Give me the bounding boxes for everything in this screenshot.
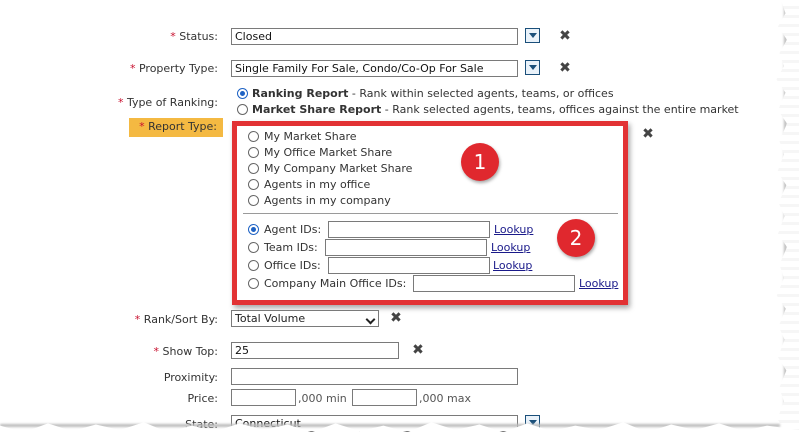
required-marker: * [170,30,176,43]
torn-edge-shadow-bottom [0,424,780,427]
property-type-clear-icon[interactable]: ✖ [558,61,572,75]
proximity-input[interactable] [231,368,518,385]
required-marker: * [153,345,160,358]
agent-ids-lookup-link[interactable]: Lookup [494,223,533,236]
company-main-office-ids-radio[interactable] [248,278,259,289]
price-max-suffix: ,000 max [419,392,471,405]
ranking-report-title: Ranking Report [252,87,349,100]
price-label: Price: [187,392,218,405]
market-share-report-radio[interactable] [237,104,248,115]
type-of-ranking-label-text: Type of Ranking: [126,96,218,109]
rank-sort-by-select[interactable]: Total Volume [231,310,379,327]
type-of-ranking-label: * Type of Ranking: [8,96,218,109]
company-main-office-ids-input[interactable] [413,275,575,292]
agents-in-my-company-label: Agents in my company [264,194,391,207]
show-top-clear-icon[interactable]: ✖ [411,343,425,357]
team-ids-input[interactable] [325,239,487,256]
price-max-input[interactable] [352,389,417,406]
callout-badge-1: 1 [461,143,499,181]
my-office-market-share-radio[interactable] [248,147,259,158]
required-marker: * [129,62,136,75]
agents-in-my-office-label: Agents in my office [264,178,371,191]
office-ids-label: Office IDs: [264,259,321,272]
office-ids-input[interactable] [328,257,490,274]
report-type-label-text: Report Type: [148,120,217,133]
company-main-office-ids-label: Company Main Office IDs: [264,277,407,290]
agents-in-my-company-radio[interactable] [248,195,259,206]
required-marker: * [134,313,141,326]
my-office-market-share-label: My Office Market Share [264,146,393,159]
team-ids-radio[interactable] [248,242,259,253]
market-share-report-desc: - Rank selected agents, teams, offices a… [381,103,739,116]
ranking-report-option: Ranking Report - Rank within selected ag… [252,87,614,100]
team-ids-lookup-link[interactable]: Lookup [491,241,530,254]
company-main-office-ids-lookup-link[interactable]: Lookup [579,277,618,290]
show-top-input[interactable]: 25 [231,342,399,359]
office-ids-radio[interactable] [248,260,259,271]
my-market-share-label: My Market Share [264,130,357,143]
status-field[interactable]: Closed [231,28,518,45]
price-min-input[interactable] [231,389,296,406]
price-min-suffix: ,000 min [298,392,347,405]
required-marker: * [139,120,145,133]
team-ids-label: Team IDs: [264,241,318,254]
agents-in-my-office-radio[interactable] [248,179,259,190]
report-type-clear-icon[interactable]: ✖ [641,127,655,141]
callout-badge-2: 2 [557,219,595,257]
office-ids-lookup-link[interactable]: Lookup [493,259,532,272]
my-company-market-share-label: My Company Market Share [264,162,413,175]
status-clear-icon[interactable]: ✖ [558,29,572,43]
proximity-label: Proximity: [163,371,218,384]
rank-sort-by-clear-icon[interactable]: ✖ [389,311,403,325]
agent-ids-label: Agent IDs: [264,223,322,236]
property-type-field[interactable]: Single Family For Sale, Condo/Co-Op For … [231,60,518,77]
market-share-report-option: Market Share Report - Rank selected agen… [252,103,739,116]
property-type-dropdown-icon[interactable] [525,60,540,75]
my-company-market-share-radio[interactable] [248,163,259,174]
show-top-label-text: Show Top: [162,345,218,358]
report-type-divider [243,213,618,214]
status-label: * Status: [8,30,218,43]
rank-sort-by-label-text: Rank/Sort By: [143,313,218,326]
ranking-report-radio[interactable] [237,88,248,99]
my-market-share-radio[interactable] [248,131,259,142]
status-label-text: Status: [179,30,218,43]
agent-ids-input[interactable] [328,221,490,238]
property-type-label: * Property Type: [8,62,218,75]
required-marker: * [117,96,124,109]
show-top-label: * Show Top: [8,345,218,358]
status-dropdown-icon[interactable] [525,28,540,43]
rank-sort-by-label: * Rank/Sort By: [8,313,218,326]
market-share-report-title: Market Share Report [252,103,382,116]
ranking-report-desc: - Rank within selected agents, teams, or… [348,87,614,100]
property-type-label-text: Property Type: [138,62,218,75]
report-type-label: * Report Type: [129,118,223,137]
agent-ids-radio[interactable] [248,224,259,235]
